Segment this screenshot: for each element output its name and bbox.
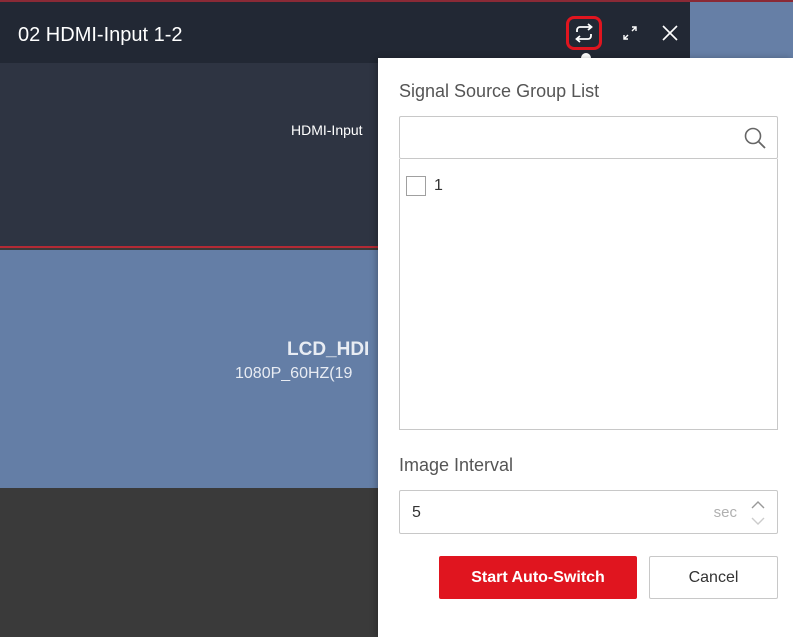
- group-list-title: Signal Source Group List: [399, 81, 600, 101]
- interval-field: sec: [399, 490, 778, 534]
- search-icon[interactable]: [743, 126, 767, 150]
- expand-button[interactable]: [612, 16, 648, 50]
- auto-switch-panel: Signal Source Group List 1 Image Interva…: [378, 58, 793, 637]
- group-list: 1: [399, 159, 778, 430]
- list-item[interactable]: 1: [406, 176, 443, 196]
- close-button[interactable]: [652, 16, 688, 50]
- chevron-up-down-icon[interactable]: [749, 497, 767, 529]
- search-input[interactable]: [410, 125, 730, 151]
- adjacent-window[interactable]: [690, 0, 793, 63]
- source-resolution: 1080P_60HZ(19: [235, 365, 353, 382]
- source-label: HDMI-Input: [291, 122, 363, 138]
- interval-title: Image Interval: [399, 455, 514, 475]
- group-checkbox[interactable]: [406, 176, 426, 196]
- close-icon: [662, 25, 678, 41]
- interval-input[interactable]: [412, 501, 672, 525]
- group-label: 1: [434, 177, 443, 194]
- window-titlebar: 02 HDMI-Input 1-2: [0, 0, 690, 63]
- source-name: LCD_HDI: [287, 339, 370, 360]
- start-auto-switch-button[interactable]: Start Auto-Switch: [439, 556, 637, 599]
- loop-arrows-icon: [575, 23, 593, 43]
- auto-switch-button[interactable]: [566, 16, 602, 50]
- video-window-middle[interactable]: LCD_HDI 1080P_60HZ(19: [0, 250, 378, 488]
- search-box: [399, 116, 778, 159]
- expand-icon: [623, 26, 637, 40]
- window-title: 02 HDMI-Input 1-2: [18, 24, 183, 46]
- video-window-bottom[interactable]: [0, 488, 378, 637]
- cancel-button[interactable]: Cancel: [649, 556, 778, 599]
- interval-unit: sec: [713, 504, 737, 521]
- video-window-top[interactable]: HDMI-Input: [0, 63, 378, 248]
